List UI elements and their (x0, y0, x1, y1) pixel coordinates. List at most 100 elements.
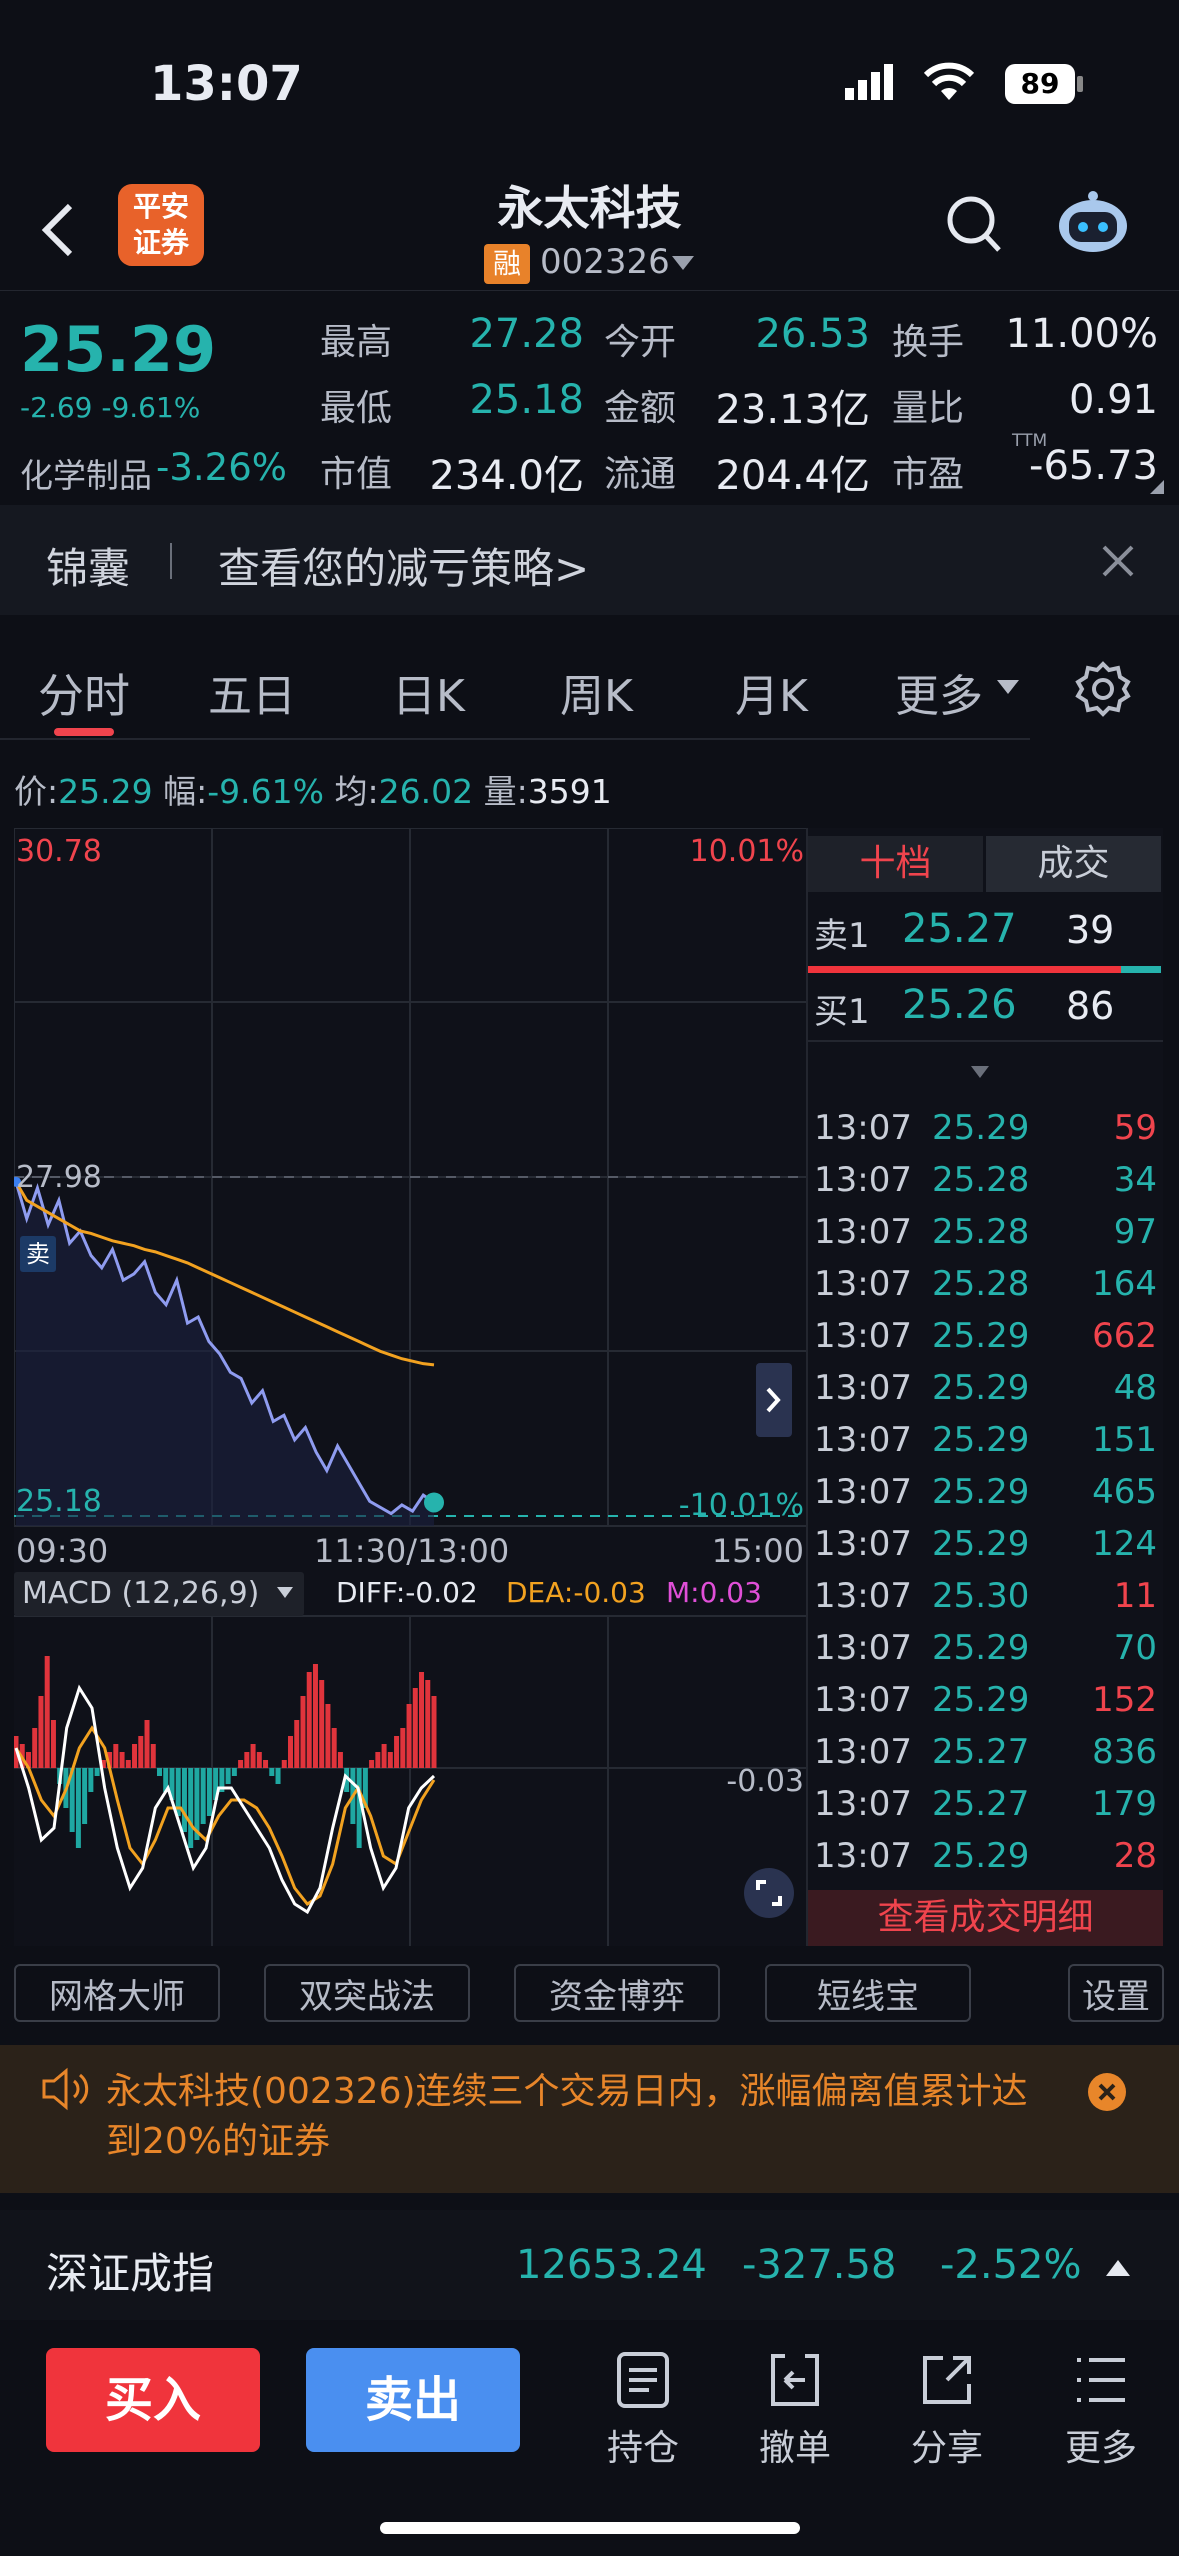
notice-text: 永太科技(002326)连续三个交易日内，涨幅偏离值累计达到20%的证券 (106, 2071, 1028, 2162)
tab-active-indicator (54, 728, 114, 736)
tab-more[interactable]: 更多 (895, 660, 983, 724)
strategy-banner[interactable]: 锦囊 查看您的减亏策略> (0, 505, 1179, 615)
macd-bar (156, 1768, 162, 1776)
price-label: 价: (14, 772, 59, 811)
trade-tick-row: 13:07 25.28 34 (806, 1160, 1163, 1212)
stock-header: 平安 证券 永太科技 融 002326 (0, 160, 1179, 290)
macd-bar (125, 1760, 131, 1768)
stat-label: 最高 (320, 322, 393, 363)
tab-order-book[interactable]: 十档 (808, 836, 983, 892)
buy-button[interactable]: 买入 (46, 2348, 260, 2452)
tick-price: 25.29 (932, 1472, 1030, 1512)
tick-price: 25.30 (932, 1576, 1030, 1616)
trade-detail-link[interactable]: 查看成交明细 (808, 1890, 1163, 1946)
search-icon[interactable] (945, 194, 1005, 260)
fullscreen-icon[interactable] (744, 1868, 794, 1918)
assistant-robot-icon[interactable] (1055, 190, 1131, 260)
nav-share[interactable]: 分享 (892, 2350, 1002, 2471)
avg-value: 26.02 (378, 772, 474, 811)
index-ticker[interactable]: 深证成指 12653.24 -327.58 -2.52% (0, 2210, 1179, 2320)
macd-bar (412, 1688, 418, 1768)
nav-more-label: 更多 (1064, 2428, 1137, 2469)
close-icon[interactable] (1088, 2073, 1126, 2111)
tick-time: 13:07 (814, 1524, 912, 1564)
fund-game-button[interactable]: 资金博弈 (514, 1964, 720, 2022)
stat-value: 23.13亿 (715, 387, 870, 433)
tabs-divider (0, 738, 1030, 740)
stat-label: 最低 (320, 388, 393, 429)
macd-bar (88, 1768, 94, 1792)
tick-price: 25.28 (932, 1212, 1030, 1252)
grid-master-button[interactable]: 网格大师 (14, 1964, 220, 2022)
tick-volume: 151 (1092, 1420, 1157, 1460)
trade-tick-row: 13:07 25.29 465 (806, 1472, 1163, 1524)
macd-bar (244, 1752, 250, 1768)
change-pct: -9.61% (101, 391, 201, 424)
tab-monthly-k[interactable]: 月K (735, 660, 808, 724)
tick-volume: 465 (1092, 1472, 1157, 1512)
macd-bar (250, 1744, 256, 1768)
amp-value: -9.61% (207, 772, 324, 811)
tick-time: 13:07 (814, 1368, 912, 1408)
chevron-down-icon[interactable] (670, 254, 696, 276)
sell-marker[interactable]: 卖 (20, 1236, 56, 1272)
macd-bar (231, 1768, 237, 1776)
macd-bar (281, 1760, 287, 1768)
stat-value: 25.18 (469, 377, 584, 423)
expand-arrow-icon[interactable] (756, 1363, 792, 1437)
nav-cancel-order[interactable]: 撤单 (740, 2350, 850, 2471)
stat-label: 流通 (604, 454, 677, 495)
sell-button[interactable]: 卖出 (306, 2348, 520, 2452)
macd-bar (331, 1728, 337, 1768)
tab-trades[interactable]: 成交 (986, 836, 1161, 892)
trade-tick-row: 13:07 25.29 59 (806, 1108, 1163, 1160)
trade-tick-row: 13:07 25.29 152 (806, 1680, 1163, 1732)
macd-bar (375, 1752, 381, 1768)
x-label-midday: 11:30/13:00 (314, 1532, 510, 1570)
tick-time: 13:07 (814, 1836, 912, 1876)
macd-diff-label: DIFF:-0.02 (336, 1576, 478, 1609)
tick-volume: 97 (1113, 1212, 1157, 1252)
ask-volume: 39 (1066, 908, 1115, 952)
expand-chevron-icon[interactable] (970, 1064, 990, 1083)
tick-price: 25.29 (932, 1836, 1030, 1876)
tab-weekly-k[interactable]: 周K (560, 660, 633, 724)
settings-button[interactable]: 设置 (1068, 1964, 1164, 2022)
macd-selector[interactable]: MACD (12,26,9) (14, 1572, 304, 1616)
tab-intraday[interactable]: 分时 (38, 660, 130, 726)
tick-volume: 28 (1113, 1836, 1157, 1876)
vol-label: 量: (483, 772, 528, 811)
close-icon[interactable] (1100, 543, 1136, 583)
macd-bar (387, 1752, 393, 1768)
amp-label: 幅: (163, 772, 208, 811)
chevron-up-icon[interactable] (1104, 2258, 1132, 2282)
double-break-button[interactable]: 双突战法 (264, 1964, 470, 2022)
chevron-down-icon[interactable] (995, 678, 1021, 700)
tick-price: 25.29 (932, 1628, 1030, 1668)
sector-name[interactable]: 化学制品 (20, 449, 152, 497)
macd-bar (256, 1752, 262, 1768)
tab-5day[interactable]: 五日 (208, 660, 296, 724)
macd-bar (44, 1656, 50, 1768)
short-line-button[interactable]: 短线宝 (765, 1964, 971, 2022)
macd-bar (206, 1768, 212, 1816)
gear-icon[interactable] (1074, 660, 1132, 722)
tab-daily-k[interactable]: 日K (392, 660, 465, 724)
macd-bar (406, 1704, 412, 1768)
stat-label: 市盈 (892, 454, 965, 495)
intraday-chart[interactable]: 30.78 10.01% 27.98 25.18 -10.01% 卖 09:30… (11, 827, 806, 1946)
macd-bar (32, 1728, 38, 1768)
share-icon (923, 2356, 971, 2404)
macd-bar (82, 1768, 88, 1824)
banner-text[interactable]: 查看您的减亏策略> (218, 535, 589, 596)
banner-divider (170, 543, 172, 579)
nav-more[interactable]: 更多 (1046, 2350, 1156, 2471)
ttm-label: TTM (1012, 431, 1048, 451)
stock-code[interactable]: 002326 (540, 242, 670, 282)
tick-time: 13:07 (814, 1680, 912, 1720)
stat-label: 量比 (892, 388, 965, 429)
trade-tick-row: 13:07 25.27 179 (806, 1784, 1163, 1836)
nav-positions[interactable]: 持仓 (588, 2350, 698, 2471)
y-max-pct-label: 10.01% (689, 834, 804, 869)
macd-bar (263, 1760, 269, 1768)
